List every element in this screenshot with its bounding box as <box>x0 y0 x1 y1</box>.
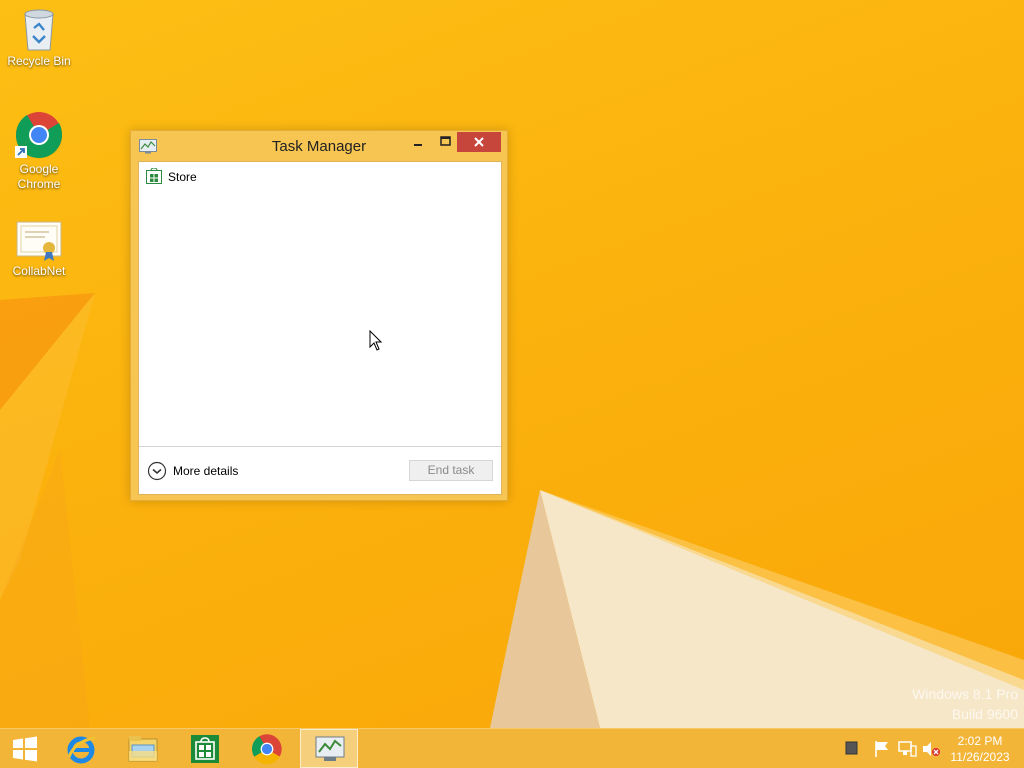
minimize-icon <box>414 144 422 146</box>
more-details-label: More details <box>173 464 239 478</box>
taskbar-internet-explorer[interactable] <box>52 729 110 768</box>
certificate-icon <box>16 221 62 261</box>
start-button[interactable] <box>0 729 50 768</box>
process-row-store[interactable]: Store <box>139 166 501 188</box>
more-details-button[interactable]: More details <box>147 461 238 481</box>
taskbar: 2:02 PM 11/26/2023 <box>0 728 1024 768</box>
desktop-icon-google-chrome[interactable]: Google Chrome <box>1 110 77 192</box>
desktop-icon-recycle-bin[interactable]: Recycle Bin <box>1 6 77 69</box>
watermark-build: Build 9600 <box>951 706 1018 722</box>
clock-time: 2:02 PM <box>957 734 1003 748</box>
task-manager-window[interactable]: Task Manager Store More details End task <box>130 130 508 501</box>
store-icon <box>191 735 219 763</box>
folder-icon <box>128 736 158 762</box>
volume-muted-icon[interactable] <box>921 740 941 758</box>
store-icon <box>146 168 162 184</box>
clock-date: 11/26/2023 <box>950 750 1010 764</box>
end-task-button[interactable]: End task <box>409 460 493 481</box>
mouse-cursor-icon <box>369 330 383 351</box>
desktop-icon-collabnet[interactable]: CollabNet <box>1 220 77 279</box>
task-manager-icon <box>315 736 345 761</box>
title-bar[interactable]: Task Manager <box>131 131 507 161</box>
network-icon[interactable] <box>897 740 917 758</box>
taskbar-chrome[interactable] <box>238 729 296 768</box>
task-manager-footer: More details End task <box>139 446 501 495</box>
task-manager-content: Store More details End task <box>138 161 502 495</box>
desktop-icon-label: Recycle Bin <box>7 54 71 68</box>
desktop-icon-label: CollabNet <box>12 264 66 278</box>
recycle-bin-icon <box>24 9 54 51</box>
maximize-icon <box>440 136 451 146</box>
internet-explorer-icon <box>67 736 96 764</box>
watermark-edition: Windows 8.1 Pro <box>912 686 1018 702</box>
system-clock[interactable]: 2:02 PM 11/26/2023 <box>940 733 1020 765</box>
taskbar-store[interactable] <box>176 729 234 768</box>
chevron-down-circle-icon <box>147 461 167 481</box>
taskbar-task-manager[interactable] <box>300 729 358 768</box>
chrome-icon <box>251 734 282 765</box>
windows-logo-icon <box>13 736 37 762</box>
desktop[interactable]: Recycle Bin Google Chrome CollabNet Wind… <box>0 0 1024 728</box>
action-center-flag-icon[interactable] <box>873 740 891 758</box>
maximize-button[interactable] <box>433 132 457 152</box>
close-icon <box>474 137 484 147</box>
tray-notification-icon[interactable] <box>845 740 859 756</box>
close-button[interactable] <box>457 132 501 152</box>
process-name: Store <box>168 170 197 184</box>
minimize-button[interactable] <box>407 132 429 152</box>
desktop-icon-label: Google Chrome <box>17 162 61 191</box>
windows-watermark: Windows 8.1 Pro Build 9600 <box>912 684 1018 724</box>
chrome-icon <box>15 112 63 159</box>
taskbar-file-explorer[interactable] <box>114 729 172 768</box>
